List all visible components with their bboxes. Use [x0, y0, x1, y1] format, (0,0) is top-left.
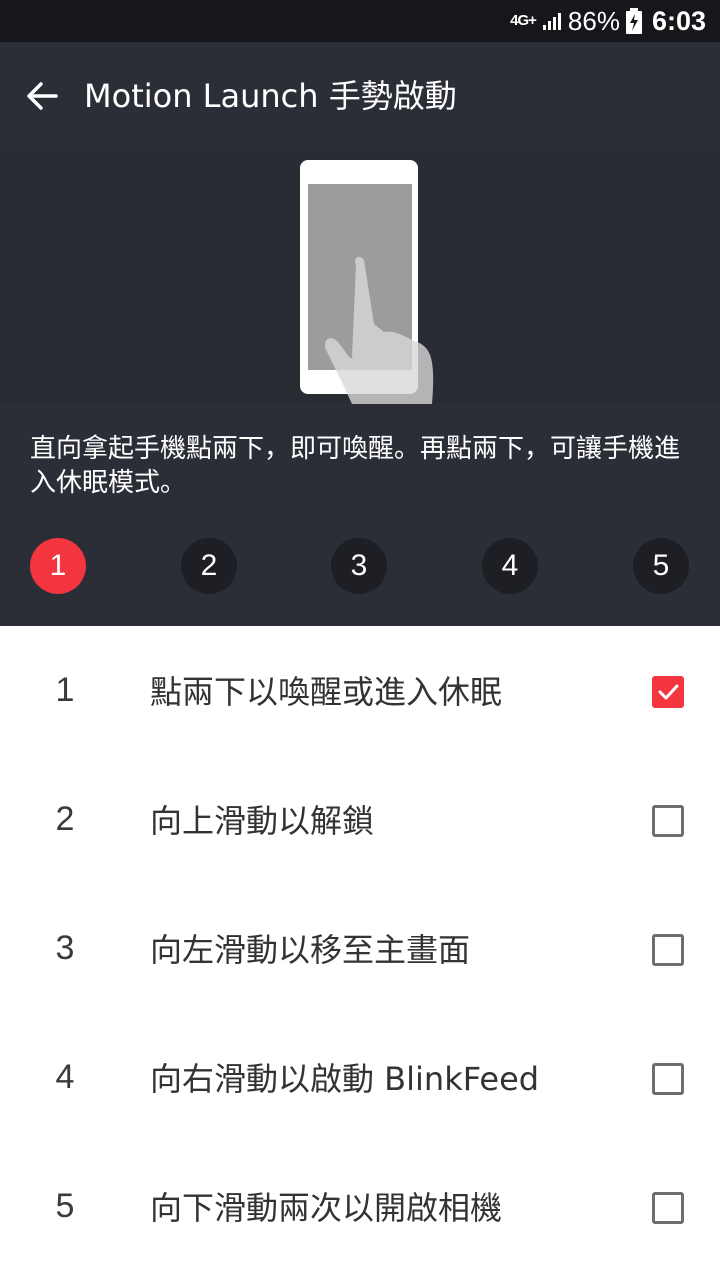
- gesture-label: 向上滑動以解鎖: [150, 802, 375, 840]
- battery-charging-icon: [625, 8, 642, 34]
- gesture-row-double-tap[interactable]: 1 點兩下以喚醒或進入休眠: [0, 626, 720, 755]
- gesture-number: 4: [55, 1058, 75, 1096]
- gesture-row-swipe-down-twice[interactable]: 5 向下滑動兩次以開啟相機: [0, 1142, 720, 1271]
- gesture-number: 5: [55, 1187, 75, 1225]
- gesture-row-swipe-up[interactable]: 2 向上滑動以解鎖: [0, 755, 720, 884]
- gesture-label: 向下滑動兩次以開啟相機: [150, 1189, 503, 1227]
- gesture-list: 1 點兩下以喚醒或進入休眠 2 向上滑動以解鎖 3 向左滑動以移至主畫面 4 向…: [0, 626, 720, 1271]
- gesture-row-swipe-right[interactable]: 4 向右滑動以啟動 BlinkFeed: [0, 1013, 720, 1142]
- gesture-illustration-panel: [0, 150, 720, 404]
- step-2-dot[interactable]: 2: [181, 538, 237, 594]
- arrow-left-icon: [27, 82, 58, 110]
- gesture-label: 點兩下以喚醒或進入休眠: [150, 673, 503, 711]
- battery-percentage: 86%: [567, 5, 620, 36]
- page-title: Motion Launch 手勢啟動: [84, 77, 457, 115]
- checkmark-icon: [658, 684, 679, 700]
- step-1-dot[interactable]: 1: [30, 538, 86, 594]
- back-button[interactable]: [22, 76, 62, 116]
- gesture-description: 直向拿起手機點兩下，即可喚醒。再點兩下，可讓手機進入休眠模式。: [30, 434, 681, 498]
- network-type-indicator: 4G+: [510, 12, 537, 29]
- gesture-checkbox-4[interactable]: [652, 1063, 684, 1095]
- step-3-dot[interactable]: 3: [331, 538, 387, 594]
- phone-tap-illustration: [300, 160, 434, 404]
- gesture-checkbox-3[interactable]: [652, 934, 684, 966]
- clock: 6:03: [651, 5, 706, 36]
- gesture-number: 2: [55, 800, 75, 838]
- gesture-row-swipe-left[interactable]: 3 向左滑動以移至主畫面: [0, 884, 720, 1013]
- gesture-checkbox-1[interactable]: [652, 676, 684, 708]
- instructions-panel: 直向拿起手機點兩下，即可喚醒。再點兩下，可讓手機進入休眠模式。 1 2 3 4 …: [0, 404, 720, 626]
- gesture-label: 向右滑動以啟動 BlinkFeed: [150, 1060, 540, 1098]
- gesture-label: 向左滑動以移至主畫面: [150, 931, 471, 969]
- gesture-number: 3: [55, 929, 75, 967]
- gesture-checkbox-2[interactable]: [652, 805, 684, 837]
- gesture-checkbox-5[interactable]: [652, 1192, 684, 1224]
- app-bar: Motion Launch 手勢啟動: [0, 42, 720, 150]
- step-5-dot[interactable]: 5: [633, 538, 689, 594]
- step-indicator: 1 2 3 4 5: [0, 538, 720, 598]
- signal-icon: [542, 13, 561, 30]
- step-4-dot[interactable]: 4: [482, 538, 538, 594]
- status-bar: 4G+ 86% 6:03: [0, 0, 720, 42]
- gesture-number: 1: [55, 671, 75, 709]
